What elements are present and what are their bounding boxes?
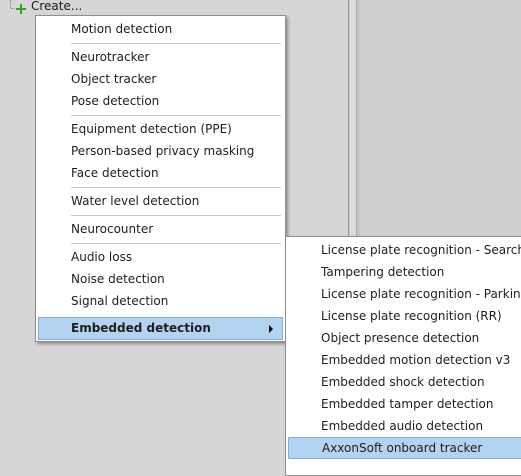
menu-item-signal-detection[interactable]: Signal detection	[38, 290, 283, 312]
submenu-item-lpr-parking[interactable]: License plate recognition - Parking	[288, 283, 521, 305]
menu-item-noise-detection[interactable]: Noise detection	[38, 268, 283, 290]
menu-separator	[71, 115, 281, 116]
submenu-item-lpr-search[interactable]: License plate recognition - Search in	[288, 239, 521, 261]
menu-item-embedded-detection[interactable]: Embedded detection	[38, 317, 283, 340]
embedded-detection-submenu: License plate recognition - Search in Ta…	[285, 236, 521, 476]
submenu-item-embedded-tamper[interactable]: Embedded tamper detection	[288, 393, 521, 415]
menu-item-neurocounter[interactable]: Neurocounter	[38, 218, 283, 240]
submenu-item-tampering-detection[interactable]: Tampering detection	[288, 261, 521, 283]
menu-item-equipment-detection[interactable]: Equipment detection (PPE)	[38, 118, 283, 140]
menu-separator	[71, 243, 281, 244]
tree-connector-line	[10, 0, 11, 8]
submenu-arrow-icon	[269, 325, 273, 333]
submenu-item-axxonsoft-onboard-tracker[interactable]: AxxonSoft onboard tracker	[288, 437, 521, 459]
menu-item-motion-detection[interactable]: Motion detection	[38, 18, 283, 40]
submenu-item-lpr-rr[interactable]: License plate recognition (RR)	[288, 305, 521, 327]
menu-item-pose-detection[interactable]: Pose detection	[38, 90, 283, 112]
menu-item-audio-loss[interactable]: Audio loss	[38, 246, 283, 268]
submenu-item-embedded-shock[interactable]: Embedded shock detection	[288, 371, 521, 393]
create-label: Create...	[31, 0, 83, 13]
menu-item-neurotracker[interactable]: Neurotracker	[38, 46, 283, 68]
menu-item-water-level-detection[interactable]: Water level detection	[38, 190, 283, 212]
menu-separator	[71, 215, 281, 216]
plus-icon	[16, 4, 26, 14]
menu-separator	[71, 43, 281, 44]
menu-item-label: Embedded detection	[71, 321, 211, 335]
create-context-menu: Motion detection Neurotracker Object tra…	[35, 15, 286, 342]
menu-separator	[71, 187, 281, 188]
create-tree-item[interactable]: Create...	[16, 0, 82, 14]
submenu-item-embedded-motion-v3[interactable]: Embedded motion detection v3	[288, 349, 521, 371]
menu-item-object-tracker[interactable]: Object tracker	[38, 68, 283, 90]
submenu-item-embedded-audio[interactable]: Embedded audio detection	[288, 415, 521, 437]
menu-item-privacy-masking[interactable]: Person-based privacy masking	[38, 140, 283, 162]
menu-item-face-detection[interactable]: Face detection	[38, 162, 283, 184]
submenu-item-object-presence[interactable]: Object presence detection	[288, 327, 521, 349]
